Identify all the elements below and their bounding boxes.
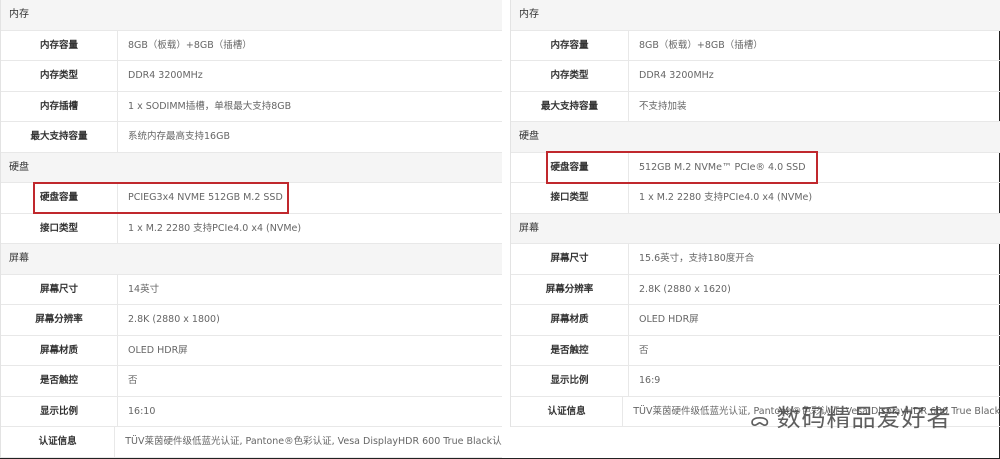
spec-row: 是否触控否: [511, 335, 1000, 366]
spec-label: 内存类型: [1, 61, 118, 91]
spec-row: 内存插槽 1 x SODIMM插槽，单根最大支持8GB: [1, 91, 502, 122]
right-spec-table: 内存 内存容量 8GB（板载）+8GB（插槽） 内存类型 DDR4 3200MHz 最大支…: [510, 0, 1000, 427]
spec-label: 最大支持容量: [511, 91, 629, 121]
spec-row: 最大支持容量 不支持加装: [511, 91, 1000, 122]
spec-row: 屏幕分辨率 2.8K (2880 x 1800): [1, 305, 502, 336]
spec-value: 2.8K (2880 x 1800): [128, 314, 220, 325]
spec-row: 内存类型 DDR4 3200MHz: [511, 61, 1000, 92]
spec-value: 1 x SODIMM插槽，单根最大支持8GB: [128, 100, 292, 112]
spec-row: 接口类型 1 x M.2 2280 支持PCIe4.0 x4 (NVMe): [511, 183, 1000, 214]
spec-label: 接口类型: [511, 183, 629, 213]
left-spec-table: 内存 内存容量 8GB（板载）+8GB（插槽） 内存类型 DDR4 3200MHz 内存插…: [0, 0, 502, 458]
highlight-box-left-storage: [33, 182, 289, 214]
spec-row: 最大支持容量 系统内存最高支持16GB: [1, 122, 502, 153]
section-header: 内存: [1, 0, 502, 31]
spec-label: 是否触控: [1, 366, 118, 396]
section-header: 硬盘: [1, 152, 502, 183]
spec-value: 2.8K (2880 x 1620): [639, 283, 731, 295]
spec-value: OLED HDR屏: [128, 344, 188, 356]
spec-row: 屏幕尺寸 15.6英寸，支持180度开合: [511, 244, 1000, 275]
spec-value: OLED HDR屏: [639, 314, 699, 325]
spec-value: 16:10: [128, 405, 156, 417]
spec-value: 16:9: [639, 375, 661, 386]
watermark: ᯅ 数码精品爱好者: [750, 404, 952, 432]
spec-value: 否: [128, 375, 138, 386]
spec-row: 认证信息 TÜV莱茵硬件级低蓝光认证, Pantone®色彩认证, Vesa Di…: [1, 427, 502, 458]
spec-label: 屏幕尺寸: [1, 274, 118, 304]
spec-label: 接口类型: [1, 213, 118, 243]
section-header: 内存: [511, 0, 1000, 31]
section-header: 屏幕: [1, 244, 502, 275]
spec-value: 8GB（板载）+8GB（插槽）: [128, 39, 252, 51]
spec-value: 否: [639, 344, 649, 356]
spec-row: 屏幕尺寸 14英寸: [1, 274, 502, 305]
spec-row: 内存类型 DDR4 3200MHz: [1, 61, 502, 92]
spec-label: 最大支持容量: [1, 122, 118, 152]
spec-label: 屏幕分辨率: [1, 305, 118, 335]
spec-label: 屏幕材质: [1, 335, 118, 365]
spec-label: 内存插槽: [1, 91, 118, 121]
spec-row: 内存容量 8GB（板载）+8GB（插槽）: [511, 30, 1000, 61]
spec-row: 屏幕分辨率 2.8K (2880 x 1620): [511, 274, 1000, 305]
highlight-box-right-storage: [546, 151, 818, 184]
spec-label: 显示比例: [1, 396, 118, 426]
spec-label: 认证信息: [511, 396, 624, 426]
spec-value: DDR4 3200MHz: [128, 70, 203, 81]
spec-row: 显示比例 16:10: [1, 396, 502, 427]
section-header: 屏幕: [511, 213, 1000, 244]
section-header: 硬盘: [511, 122, 1000, 153]
spec-value: 15.6英寸，支持180度开合: [639, 253, 755, 264]
spec-label: 认证信息: [1, 427, 116, 457]
spec-value: 8GB（板载）+8GB（插槽）: [639, 39, 763, 51]
spec-label: 内存容量: [1, 30, 118, 60]
spec-value: DDR4 3200MHz: [639, 70, 714, 81]
spec-value: 14英寸: [128, 283, 160, 295]
spec-row: 屏幕材质 OLED HDR屏: [1, 335, 502, 366]
spec-value: 1 x M.2 2280 支持PCIe4.0 x4 (NVMe): [128, 222, 302, 234]
spec-label: 内存类型: [511, 61, 629, 91]
spec-label: 屏幕材质: [511, 305, 629, 335]
spec-label: 显示比例: [511, 366, 629, 396]
wechat-icon: ᯅ: [750, 410, 771, 431]
spec-label: 屏幕分辨率: [511, 274, 629, 304]
spec-value: TÜV莱茵硬件级低蓝光认证, Pantone®色彩认证, Vesa Displa…: [125, 436, 502, 447]
spec-value: 不支持加装: [639, 100, 687, 112]
spec-row: 是否触控否: [1, 366, 502, 397]
spec-row: 屏幕材质 OLED HDR屏: [511, 305, 1000, 336]
spec-row: 内存容量 8GB（板载）+8GB（插槽）: [1, 30, 502, 61]
spec-row: 接口类型 1 x M.2 2280 支持PCIe4.0 x4 (NVMe): [1, 213, 502, 244]
spec-value: 1 x M.2 2280 支持PCIe4.0 x4 (NVMe): [639, 192, 813, 203]
spec-label: 屏幕尺寸: [511, 244, 629, 274]
spec-label: 是否触控: [511, 335, 629, 365]
spec-value: 系统内存最高支持16GB: [128, 131, 230, 142]
spec-label: 内存容量: [511, 30, 629, 60]
spec-row: 显示比例 16:9: [511, 366, 1000, 397]
